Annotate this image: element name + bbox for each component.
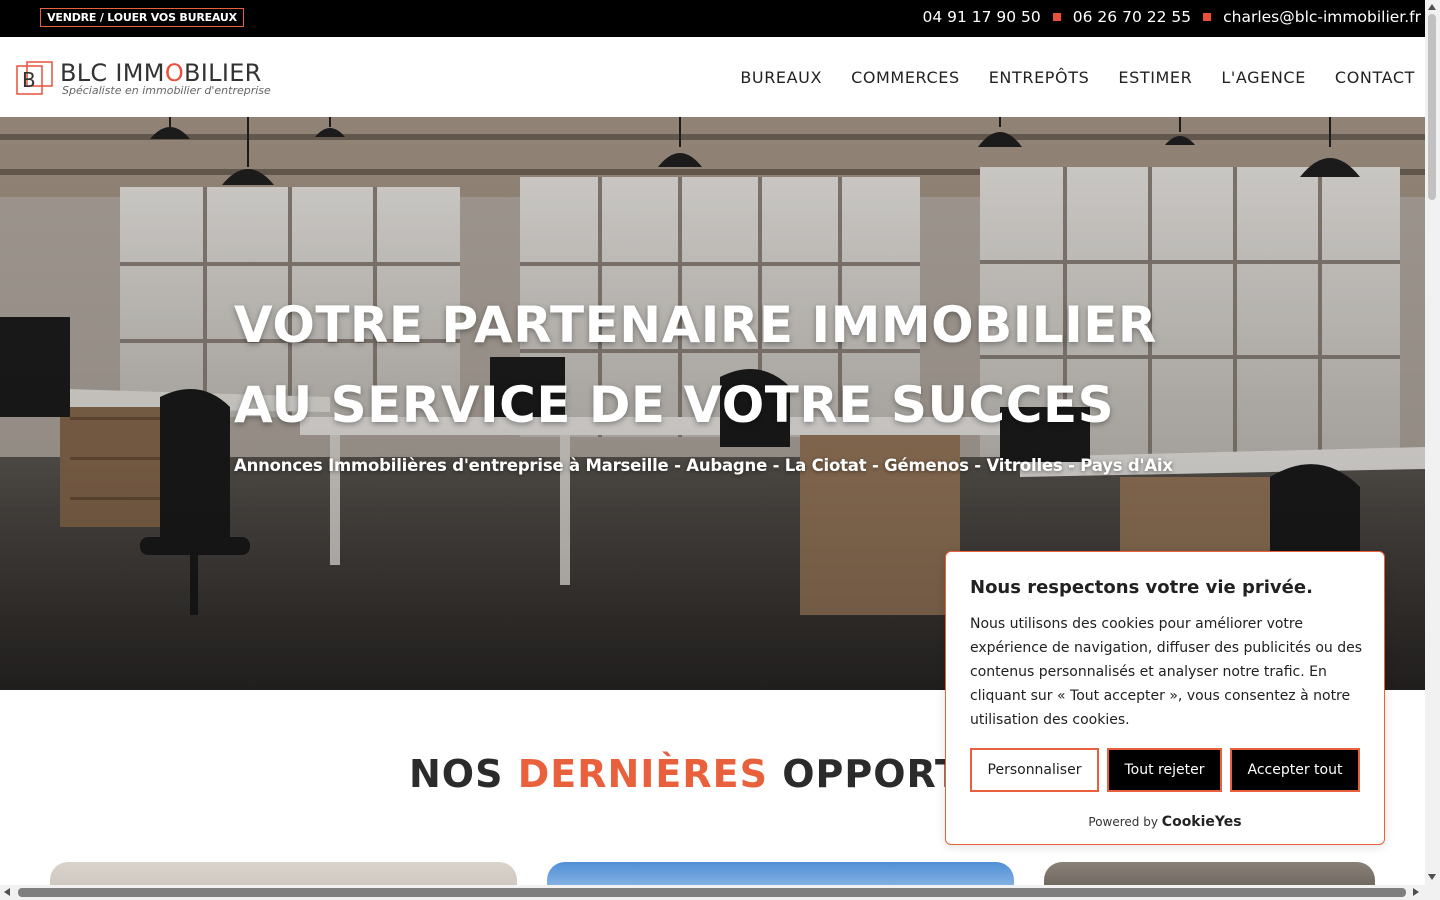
blc-logo-icon: B xyxy=(16,61,53,95)
logo-tagline: Spécialiste en immobilier d'entreprise xyxy=(62,84,271,97)
scroll-down-arrow-icon[interactable] xyxy=(1428,874,1436,880)
page: VENDRE / LOUER VOS BUREAUX 04 91 17 90 5… xyxy=(0,0,1440,900)
scroll-left-arrow-icon[interactable] xyxy=(4,888,10,896)
cookie-description: Nous utilisons des cookies pour améliore… xyxy=(970,616,1362,728)
hero-subtitle: Annonces Immobilières d'entreprise à Mar… xyxy=(234,456,1173,475)
square-bullet-icon xyxy=(1203,13,1212,21)
nav-agence[interactable]: L'AGENCE xyxy=(1221,68,1306,87)
logo-wordmark: BLC IMMOBILIER xyxy=(60,59,262,87)
customize-button[interactable]: Personnaliser xyxy=(970,748,1099,792)
email-link[interactable]: charles@blc-immobilier.fr xyxy=(1223,8,1421,26)
cookie-consent-banner: Nous respectons votre vie privée. Nous u… xyxy=(945,551,1385,845)
top-bar: VENDRE / LOUER VOS BUREAUX 04 91 17 90 5… xyxy=(0,0,1425,37)
nav-commerces[interactable]: COMMERCES xyxy=(851,68,960,87)
reject-all-button[interactable]: Tout rejeter xyxy=(1107,748,1222,792)
vertical-scrollbar-thumb[interactable] xyxy=(1428,14,1436,200)
cookie-title: Nous respectons votre vie privée. xyxy=(970,577,1313,598)
svg-text:B: B xyxy=(22,68,36,92)
square-bullet-icon xyxy=(1052,13,1061,21)
scroll-up-arrow-icon[interactable] xyxy=(1428,4,1436,10)
phone-1-link[interactable]: 04 91 17 90 50 xyxy=(922,8,1040,26)
site-logo[interactable]: B BLC IMMOBILIER Spécialiste en immobili… xyxy=(16,59,276,99)
sell-rent-offices-button[interactable]: VENDRE / LOUER VOS BUREAUX xyxy=(40,8,244,27)
nav-bureaux[interactable]: BUREAUX xyxy=(740,68,822,87)
nav-entrepots[interactable]: ENTREPÔTS xyxy=(989,68,1090,87)
nav-contact[interactable]: CONTACT xyxy=(1335,68,1415,87)
hero-title: VOTRE PARTENAIRE IMMOBILIER AU SERVICE D… xyxy=(234,296,1157,434)
site-header: B BLC IMMOBILIER Spécialiste en immobili… xyxy=(0,37,1425,117)
main-nav: BUREAUX COMMERCES ENTREPÔTS ESTIMER L'AG… xyxy=(740,37,1415,117)
nav-estimer[interactable]: ESTIMER xyxy=(1118,68,1192,87)
phone-2-link[interactable]: 06 26 70 22 55 xyxy=(1073,8,1191,26)
scroll-right-arrow-icon[interactable] xyxy=(1413,888,1419,896)
horizontal-scrollbar-thumb[interactable] xyxy=(18,888,1406,897)
contact-info: 04 91 17 90 50 06 26 70 22 55 charles@bl… xyxy=(922,0,1421,34)
cookieyes-brand-link[interactable]: CookieYes xyxy=(1162,814,1242,830)
powered-by: Powered by CookieYes xyxy=(1088,814,1242,830)
accept-all-button[interactable]: Accepter tout xyxy=(1230,748,1360,792)
